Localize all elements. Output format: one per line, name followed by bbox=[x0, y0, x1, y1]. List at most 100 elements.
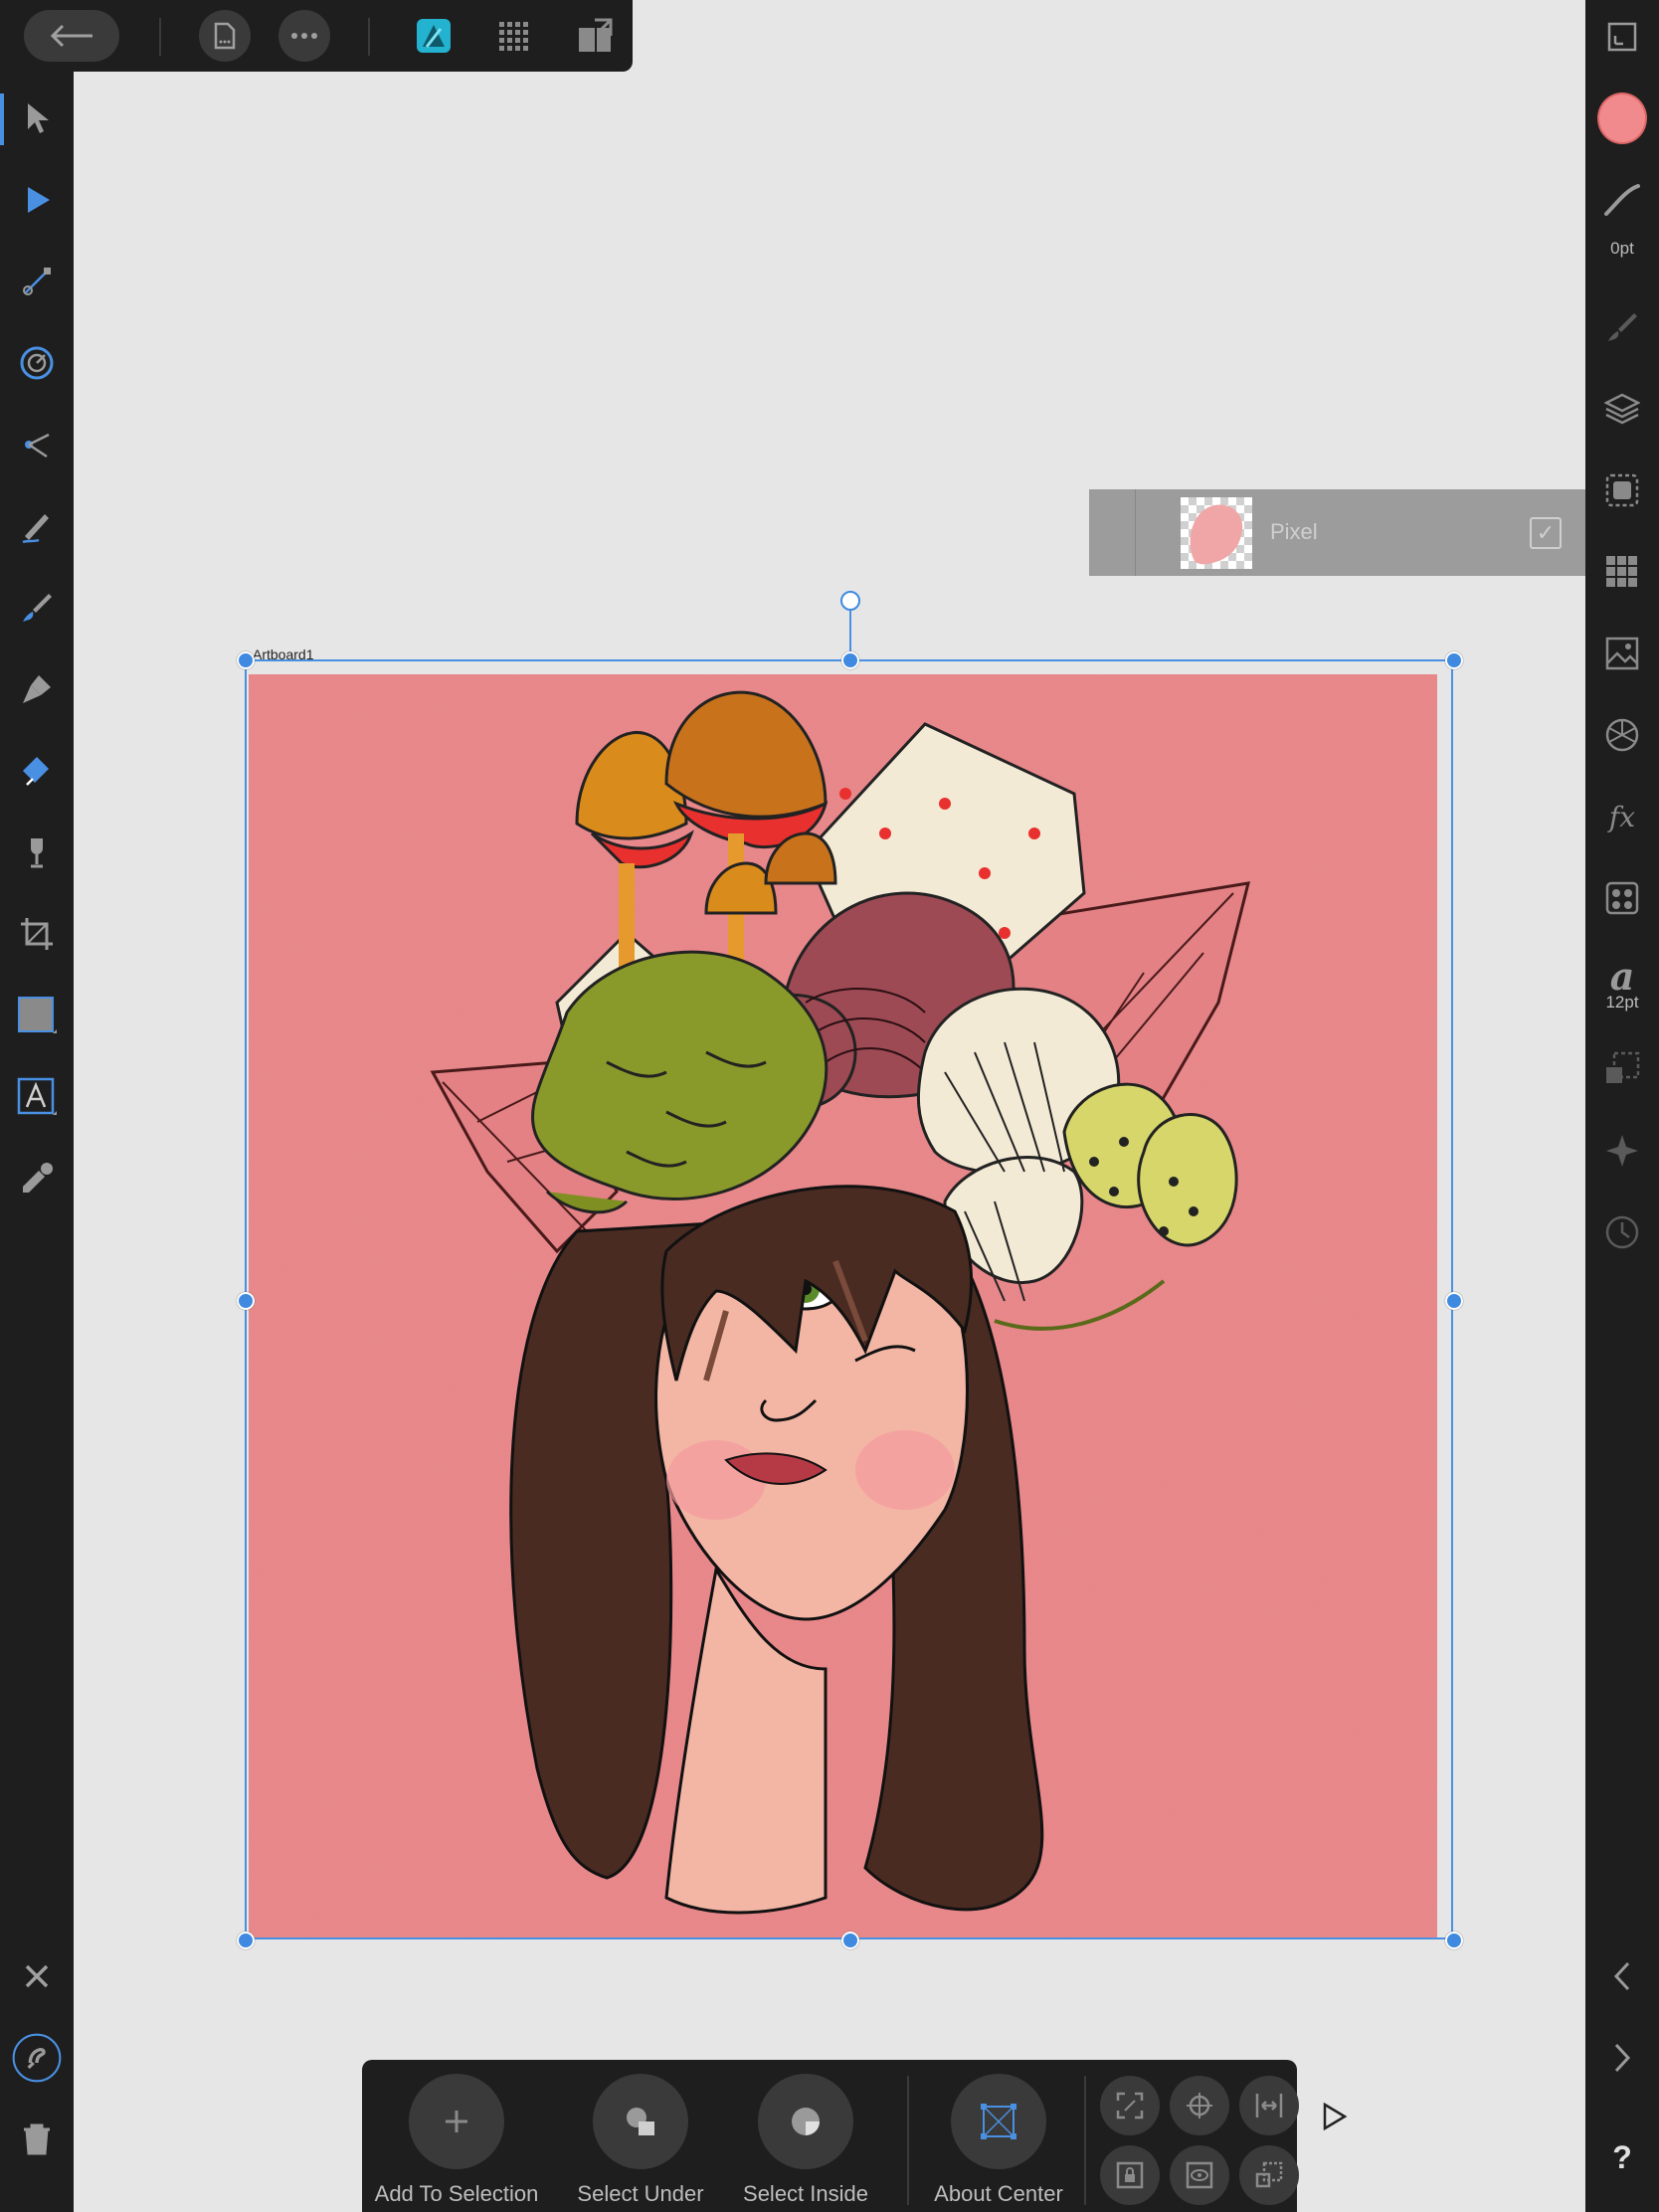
about-center-label: About Center bbox=[934, 2181, 1063, 2206]
back-button[interactable] bbox=[24, 10, 119, 62]
corner-tool-icon bbox=[23, 268, 51, 295]
chevron-left-icon bbox=[1613, 1961, 1630, 1991]
handle-top-center[interactable] bbox=[841, 651, 859, 669]
swatches-button[interactable] bbox=[1597, 547, 1647, 597]
effects-panel-button[interactable] bbox=[1597, 465, 1647, 515]
text-icon bbox=[17, 1077, 57, 1115]
wine-glass-icon bbox=[31, 838, 43, 868]
collapse-left-button[interactable] bbox=[1597, 1951, 1647, 2001]
handle-bottom-right[interactable] bbox=[1445, 1932, 1463, 1949]
snapping-button[interactable] bbox=[12, 2033, 62, 2083]
question-icon: ? bbox=[1612, 2138, 1632, 2175]
select-under-button[interactable]: Select Under bbox=[561, 2074, 720, 2207]
transform-options-button[interactable] bbox=[1239, 2145, 1299, 2205]
fullscreen-button[interactable] bbox=[1597, 12, 1647, 62]
layer-visibility-checkbox[interactable]: ✓ bbox=[1530, 517, 1562, 549]
more-context-button[interactable] bbox=[1315, 2097, 1355, 2136]
text-a-icon: a bbox=[1609, 953, 1635, 999]
transparency-tool[interactable] bbox=[12, 828, 62, 877]
history-button[interactable] bbox=[1597, 1207, 1647, 1257]
stroke-button[interactable] bbox=[1597, 175, 1647, 225]
styles-icon bbox=[1605, 881, 1639, 915]
expand-right-button[interactable] bbox=[1597, 2033, 1647, 2083]
delete-button[interactable] bbox=[12, 2115, 62, 2164]
move-tool[interactable] bbox=[12, 93, 62, 143]
fx-icon: fx bbox=[1608, 800, 1636, 833]
close-tool-button[interactable] bbox=[12, 1951, 62, 2001]
navigator-icon bbox=[1606, 1135, 1638, 1167]
trash-icon bbox=[24, 2123, 50, 2155]
context-separator bbox=[1084, 2076, 1086, 2205]
point-transform-tool[interactable] bbox=[12, 420, 62, 469]
adjustments-button[interactable] bbox=[1597, 710, 1647, 760]
pen-tool[interactable] bbox=[12, 664, 62, 714]
layers-icon bbox=[1604, 393, 1640, 425]
navigator-button[interactable] bbox=[1597, 1126, 1647, 1176]
rectangle-icon bbox=[18, 997, 57, 1033]
document-menu-button[interactable] bbox=[199, 10, 251, 62]
node-arrow-icon bbox=[28, 187, 50, 213]
layers-button[interactable] bbox=[1597, 384, 1647, 434]
fullscreen-icon bbox=[1607, 22, 1637, 52]
artistic-text-tool[interactable] bbox=[12, 1072, 62, 1122]
swatches-icon bbox=[1606, 556, 1637, 587]
layer-drag-handle[interactable] bbox=[1089, 489, 1136, 576]
styles-button[interactable] bbox=[1597, 873, 1647, 923]
pixel-persona-icon bbox=[499, 22, 528, 51]
transform-icon bbox=[1606, 1051, 1640, 1083]
corner-tool[interactable] bbox=[12, 257, 62, 306]
rectangle-tool[interactable] bbox=[12, 991, 62, 1040]
more-menu-button[interactable] bbox=[278, 10, 330, 62]
color-button[interactable] bbox=[1597, 92, 1647, 144]
designer-persona-icon bbox=[417, 19, 451, 53]
artwork-illustration bbox=[249, 674, 1437, 1939]
layer-popup[interactable]: Pixel ✓ bbox=[1089, 489, 1585, 576]
select-under-icon bbox=[627, 2108, 654, 2135]
select-inside-button[interactable]: Select Inside bbox=[726, 2074, 885, 2207]
snap-to-edges-button[interactable] bbox=[1239, 2076, 1299, 2135]
node-tool[interactable] bbox=[12, 175, 62, 225]
point-transform-icon bbox=[25, 433, 50, 459]
pixel-persona-button[interactable] bbox=[487, 10, 539, 62]
crop-icon bbox=[21, 918, 53, 950]
image-icon bbox=[1605, 637, 1639, 670]
select-under-circle bbox=[593, 2074, 688, 2169]
transform-button[interactable] bbox=[1597, 1044, 1647, 1094]
add-to-selection-button[interactable]: Add To Selection bbox=[372, 2074, 541, 2207]
handle-bottom-left[interactable] bbox=[237, 1932, 255, 1949]
handle-middle-right[interactable] bbox=[1445, 1292, 1463, 1310]
about-center-button[interactable]: About Center bbox=[919, 2074, 1078, 2207]
handle-bottom-center[interactable] bbox=[841, 1932, 859, 1949]
help-button[interactable]: ? bbox=[1597, 2132, 1647, 2182]
context-toolbar: Add To Selection Select Under Select Ins… bbox=[362, 2060, 1299, 2212]
toolbar-separator bbox=[159, 18, 161, 56]
show-bounds-button[interactable] bbox=[1170, 2145, 1229, 2205]
assets-button[interactable] bbox=[1597, 629, 1647, 678]
snap-to-selection-button[interactable] bbox=[1100, 2076, 1160, 2135]
crop-tool[interactable] bbox=[12, 909, 62, 959]
aperture-icon bbox=[1605, 718, 1639, 752]
tools-panel bbox=[0, 72, 74, 2212]
rotation-handle[interactable] bbox=[840, 591, 860, 611]
designer-persona-button[interactable] bbox=[408, 10, 460, 62]
lock-children-button[interactable] bbox=[1100, 2145, 1160, 2205]
fx-button[interactable]: fx bbox=[1597, 792, 1647, 841]
export-persona-button[interactable] bbox=[569, 10, 621, 62]
color-picker-tool[interactable] bbox=[12, 1154, 62, 1203]
artboard[interactable] bbox=[249, 674, 1437, 1939]
target-icon bbox=[20, 346, 54, 380]
handle-top-right[interactable] bbox=[1445, 651, 1463, 669]
brushes-button[interactable] bbox=[1597, 302, 1647, 352]
rotate-tool[interactable] bbox=[12, 338, 62, 388]
handle-top-left[interactable] bbox=[237, 651, 255, 669]
history-clock-icon bbox=[1605, 1215, 1639, 1249]
pencil-tool[interactable] bbox=[12, 501, 62, 551]
snap-frame-icon bbox=[1116, 2092, 1144, 2120]
stroke-icon bbox=[1604, 184, 1640, 216]
eyedropper-icon bbox=[23, 1163, 53, 1193]
snap-to-center-button[interactable] bbox=[1170, 2076, 1229, 2135]
handle-middle-left[interactable] bbox=[237, 1292, 255, 1310]
fill-tool[interactable] bbox=[12, 746, 62, 796]
back-arrow-icon bbox=[50, 24, 92, 48]
vector-brush-tool[interactable] bbox=[12, 583, 62, 633]
